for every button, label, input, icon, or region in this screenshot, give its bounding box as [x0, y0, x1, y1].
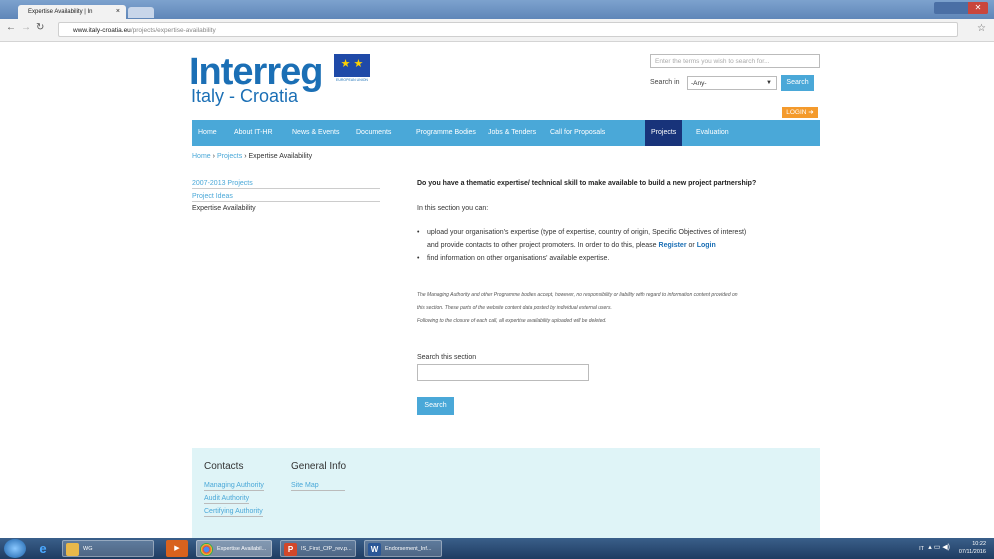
content-intro: In this section you can:	[417, 205, 489, 212]
browser-tab[interactable]: Expertise Availability | In ×	[18, 5, 126, 19]
nav-call-for-proposals[interactable]: Call for Proposals	[544, 120, 611, 146]
address-bar[interactable]: www.italy-croatia.eu/projects/expertise-…	[58, 22, 958, 37]
logo-subtitle[interactable]: Italy - Croatia	[191, 86, 298, 106]
search-scope-select[interactable]: -Any- ▼	[687, 76, 777, 90]
window-close-icon[interactable]: ✕	[968, 2, 988, 14]
window-controls[interactable]: ✕	[934, 2, 988, 14]
back-arrow-icon[interactable]: ←	[6, 22, 16, 33]
search-in-label: Search in	[650, 79, 680, 86]
taskbar-item-word[interactable]: W Endorsement_Inf...	[364, 540, 442, 557]
nav-documents[interactable]: Documents	[350, 120, 397, 146]
bullet-text: find information on other organisations'…	[427, 255, 610, 262]
taskbar-item-wg[interactable]: WG	[62, 540, 154, 557]
tray-icons[interactable]: ▴ ▭ ◀)	[928, 544, 950, 552]
nav-projects[interactable]: Projects	[645, 120, 683, 146]
word-icon: W	[368, 543, 381, 556]
reload-icon[interactable]: ↻	[36, 22, 44, 33]
taskbar-label: WG	[83, 546, 93, 552]
chrome-icon	[200, 543, 213, 556]
forward-arrow-icon[interactable]: →	[21, 22, 31, 33]
nav-about[interactable]: About IT-HR	[228, 120, 279, 146]
footer-link-audit-authority[interactable]: Audit Authority	[204, 495, 250, 504]
eu-caption: EUROPEAN UNION	[336, 78, 368, 82]
sidebar-item-expertise-availability[interactable]: Expertise Availability	[192, 205, 380, 213]
disclaimer-line: Following to the closure of each call, a…	[417, 318, 607, 324]
folder-icon	[66, 543, 79, 556]
footer-general-title: General Info	[291, 461, 347, 472]
tab-close-icon[interactable]: ×	[116, 5, 120, 19]
tab-title: Expertise Availability | In	[28, 9, 93, 15]
bullet-text: upload your organisation's expertise (ty…	[427, 229, 747, 236]
login-button[interactable]: LOGIN ➜	[782, 107, 818, 118]
footer-link-certifying-authority[interactable]: Certifying Authority	[204, 508, 263, 517]
register-link[interactable]: Register	[659, 242, 687, 249]
bullet-icon: •	[417, 255, 420, 262]
url-path: /projects/expertise-availability	[130, 27, 216, 34]
breadcrumb-home[interactable]: Home	[192, 153, 211, 160]
section-search-button[interactable]: Search	[417, 397, 454, 415]
login-arrow-icon: ➜	[808, 109, 814, 116]
list-item: • upload your organisation's expertise (t…	[417, 226, 827, 252]
list-item: • find information on other organisations…	[417, 252, 827, 265]
disclaimer-line: this section. These parts of the website…	[417, 305, 612, 311]
sidebar-item-project-ideas[interactable]: Project Ideas	[192, 193, 380, 202]
breadcrumb-projects[interactable]: Projects	[217, 153, 242, 160]
taskbar-label: IS_First_CfP_rev.p...	[301, 546, 352, 552]
clock-date: 07/11/2016	[958, 549, 986, 555]
powerpoint-icon: P	[284, 543, 297, 556]
login-label: LOGIN	[786, 109, 807, 116]
footer-link-managing-authority[interactable]: Managing Authority	[204, 482, 264, 491]
bullet-icon: •	[417, 229, 420, 236]
internet-explorer-icon[interactable]: e	[32, 540, 54, 557]
nav-evaluation[interactable]: Evaluation	[690, 120, 735, 146]
search-scope-value: -Any-	[691, 80, 707, 87]
taskbar-item-powerpoint[interactable]: P IS_First_CfP_rev.p...	[280, 540, 356, 557]
nav-home[interactable]: Home	[192, 120, 223, 146]
breadcrumb-separator: ›	[244, 153, 247, 160]
bullet-text: and provide contacts to other project pr…	[427, 242, 657, 249]
site-search-input[interactable]: Enter the terms you wish to search for..…	[650, 54, 820, 68]
footer-link-site-map[interactable]: Site Map	[291, 482, 345, 491]
start-button-icon[interactable]	[4, 539, 26, 558]
chevron-down-icon: ▼	[766, 80, 772, 86]
clock-time: 10:22	[972, 541, 986, 547]
nav-news-events[interactable]: News & Events	[286, 120, 345, 146]
nav-programme-bodies[interactable]: Programme Bodies	[410, 120, 482, 146]
new-tab-button[interactable]	[128, 7, 154, 18]
eu-flag-icon: ★ ★	[334, 54, 370, 77]
url-host: www.italy-croatia.eu	[73, 27, 131, 34]
breadcrumb-separator: ›	[212, 153, 215, 160]
footer	[192, 448, 820, 538]
login-link[interactable]: Login	[697, 242, 716, 249]
media-player-icon[interactable]: ▶	[166, 540, 188, 557]
sidebar-item-2007-2013-projects[interactable]: 2007-2013 Projects	[192, 180, 380, 189]
clock[interactable]: 10:22 07/11/2016	[959, 540, 986, 556]
bookmark-star-icon[interactable]: ☆	[977, 23, 986, 34]
nav-jobs-tenders[interactable]: Jobs & Tenders	[482, 120, 542, 146]
header-search-button[interactable]: Search	[781, 75, 814, 91]
content-question: Do you have a thematic expertise/ techni…	[417, 180, 757, 187]
breadcrumb-current: Expertise Availability	[248, 153, 313, 160]
taskbar-item-chrome[interactable]: Expertise Availabil...	[196, 540, 272, 557]
disclaimer-line: The Managing Authority and other Program…	[417, 292, 738, 298]
language-indicator[interactable]: IT	[919, 545, 924, 553]
taskbar-label: Endorsement_Inf...	[385, 546, 432, 552]
breadcrumb: Home › Projects › Expertise Availability	[192, 153, 312, 160]
footer-contacts-title: Contacts	[204, 461, 244, 472]
or-text: or	[688, 242, 695, 249]
section-search-input[interactable]	[417, 364, 589, 381]
taskbar-label: Expertise Availabil...	[217, 546, 267, 552]
section-search-label: Search this section	[417, 354, 477, 361]
